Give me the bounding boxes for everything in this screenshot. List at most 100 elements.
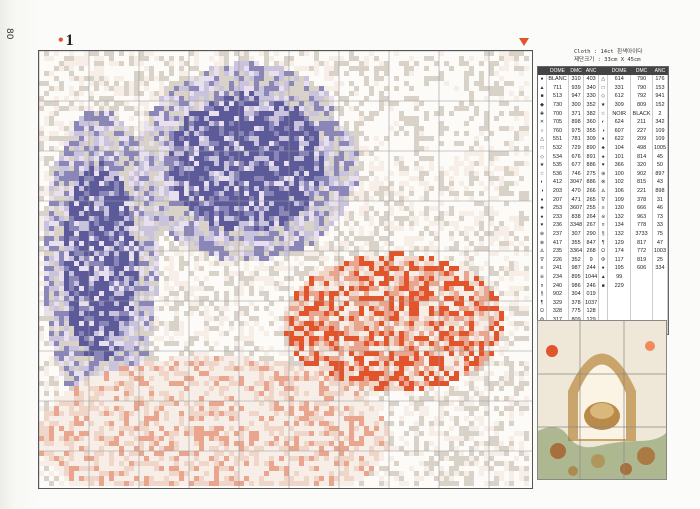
legend-cell: 612 bbox=[607, 92, 632, 101]
legend-cell: 814 bbox=[630, 152, 653, 161]
legend-cell: 815 bbox=[630, 178, 653, 187]
legend-row: ∇ 226 352 9 Φ 117 819 25 bbox=[538, 255, 669, 265]
legend-symbol: ∆ bbox=[538, 246, 547, 256]
legend-symbol: ∇ bbox=[538, 255, 547, 265]
legend-cell: 31 bbox=[652, 195, 669, 204]
legend-symbol: ♥ bbox=[598, 160, 609, 170]
legend-cell: 233 bbox=[546, 212, 570, 222]
legend-symbol: ● bbox=[538, 75, 547, 84]
legend-cell: NOIR bbox=[607, 109, 632, 118]
legend-symbol: ※ bbox=[598, 212, 609, 222]
legend-cell: 1003 bbox=[652, 246, 669, 256]
legend-row: ¤ 240 986 246 ■ 229 bbox=[538, 281, 669, 290]
cross-stitch-pattern-grid bbox=[38, 50, 533, 489]
legend-cell: 3607 bbox=[568, 203, 585, 213]
legend-cell: 236 bbox=[546, 221, 570, 230]
legend-cell bbox=[652, 272, 669, 282]
legend-row: ∆ 235 3364 268 Ω 174 772 1003 bbox=[538, 246, 669, 256]
legend-symbol: ♥ bbox=[538, 221, 547, 230]
legend-symbol: ■ bbox=[538, 92, 547, 101]
legend-cell bbox=[630, 289, 653, 299]
legend-header-anc: ANC bbox=[652, 67, 668, 75]
legend-symbol: § bbox=[538, 289, 547, 299]
legend-cell: 3733 bbox=[630, 229, 653, 239]
legend-cell: 307 bbox=[568, 229, 585, 239]
legend-cell: 109 bbox=[607, 195, 632, 204]
legend-cell: 229 bbox=[607, 281, 632, 290]
legend-row: ¶ 329 378 1037 bbox=[538, 298, 669, 308]
legend-cell: 838 bbox=[568, 212, 585, 222]
legend-row: ⊕ 237 307 290 § 132 3733 75 bbox=[538, 229, 669, 239]
legend-cell: 203 bbox=[546, 186, 570, 196]
legend-cell: 237 bbox=[546, 229, 570, 239]
legend-cell: 195 bbox=[607, 264, 632, 273]
legend-cell: 209 bbox=[630, 135, 653, 144]
legend-cell: 75 bbox=[652, 229, 669, 239]
legend-cell: 947 bbox=[568, 92, 585, 101]
legend-cell: 711 bbox=[546, 83, 570, 93]
legend-symbol: ♣ bbox=[538, 203, 547, 213]
legend-cell: 2 bbox=[652, 109, 669, 118]
legend-symbol: ✚ bbox=[538, 109, 547, 118]
chart-index-dot: • bbox=[58, 32, 64, 49]
legend-symbol: □ bbox=[538, 143, 547, 153]
legend-symbol: ≡ bbox=[598, 203, 609, 213]
legend-cell: 246 bbox=[583, 281, 600, 290]
legend-cell: 227 bbox=[630, 126, 653, 136]
legend-cell: 174 bbox=[607, 246, 632, 256]
legend-cell: 987 bbox=[568, 264, 585, 273]
legend-cell: 498 bbox=[630, 143, 653, 153]
legend-cell: 471 bbox=[568, 195, 585, 204]
legend-cell: 132 bbox=[607, 229, 632, 239]
legend-cell: 241 bbox=[546, 264, 570, 273]
legend-cell: 331 bbox=[607, 83, 632, 93]
legend-row: ≡ 241 987 244 ● 195 606 334 bbox=[538, 264, 669, 273]
legend-row: ☆ 536 746 275 ⊕ 100 902 897 bbox=[538, 169, 669, 179]
legend-symbol: Ω bbox=[538, 307, 547, 316]
legend-cell: 330 bbox=[583, 92, 600, 101]
legend-cell bbox=[630, 272, 653, 282]
legend-symbol bbox=[598, 307, 609, 316]
legend-cell: 366 bbox=[607, 160, 632, 170]
legend-cell: 1037 bbox=[583, 298, 600, 308]
legend-cell: 809 bbox=[630, 100, 653, 110]
legend-row: △ 551 781 309 ♦ 622 209 109 bbox=[538, 135, 669, 144]
cloth-type: Cloth : 14ct 흰색아이다 bbox=[574, 49, 643, 55]
legend-cell: 700 bbox=[546, 109, 570, 118]
legend-cell: 412 bbox=[546, 178, 570, 187]
legend-cell: 128 bbox=[583, 307, 600, 316]
legend-symbol: ◐ bbox=[538, 178, 547, 187]
legend-symbol: ♦ bbox=[538, 195, 547, 204]
legend-row: Ω 328 775 128 bbox=[538, 307, 669, 316]
legend-cell: 417 bbox=[546, 238, 570, 247]
chart-page: 80 • 1 Cloth : 14ct 흰색아이다 제단크기 : 33cm X 4… bbox=[0, 0, 700, 509]
legend-cell bbox=[630, 281, 653, 290]
legend-cell: 253 bbox=[546, 203, 570, 213]
legend-cell: 240 bbox=[546, 281, 570, 290]
legend-row: ■ 513 947 330 ◇ 612 792 941 bbox=[538, 92, 669, 101]
chart-index-label: • 1 bbox=[58, 32, 74, 50]
legend-cell: 963 bbox=[630, 212, 653, 222]
legend-cell: 134 bbox=[607, 221, 632, 230]
legend-cell: 352 bbox=[583, 100, 600, 110]
legend-cell: 1044 bbox=[583, 272, 600, 282]
legend-cell: 329 bbox=[546, 298, 570, 308]
legend-cell: 551 bbox=[546, 135, 570, 144]
legend-symbol bbox=[598, 298, 609, 308]
legend-row: ⊗ 417 355 847 ¶ 129 817 47 bbox=[538, 238, 669, 247]
legend-header-anc: ANC bbox=[583, 67, 599, 75]
legend-cell: 109 bbox=[652, 135, 669, 144]
legend-cell: 290 bbox=[583, 229, 600, 239]
legend-cell: 221 bbox=[630, 186, 653, 196]
legend-cell: 371 bbox=[568, 109, 585, 118]
legend-cell: 207 bbox=[546, 195, 570, 204]
legend-symbol-header bbox=[538, 67, 547, 75]
legend-cell: 275 bbox=[583, 169, 600, 179]
legend-cell: 986 bbox=[568, 281, 585, 290]
legend-cell: 705 bbox=[546, 117, 570, 127]
legend-cell: 235 bbox=[546, 246, 570, 256]
legend-row: ✕ 705 898 360 ◐ 624 211 342 bbox=[538, 117, 669, 127]
legend-symbol: Ω bbox=[598, 246, 609, 256]
legend-header-dome: DOME bbox=[546, 67, 569, 75]
legend-cell: 886 bbox=[583, 160, 600, 170]
